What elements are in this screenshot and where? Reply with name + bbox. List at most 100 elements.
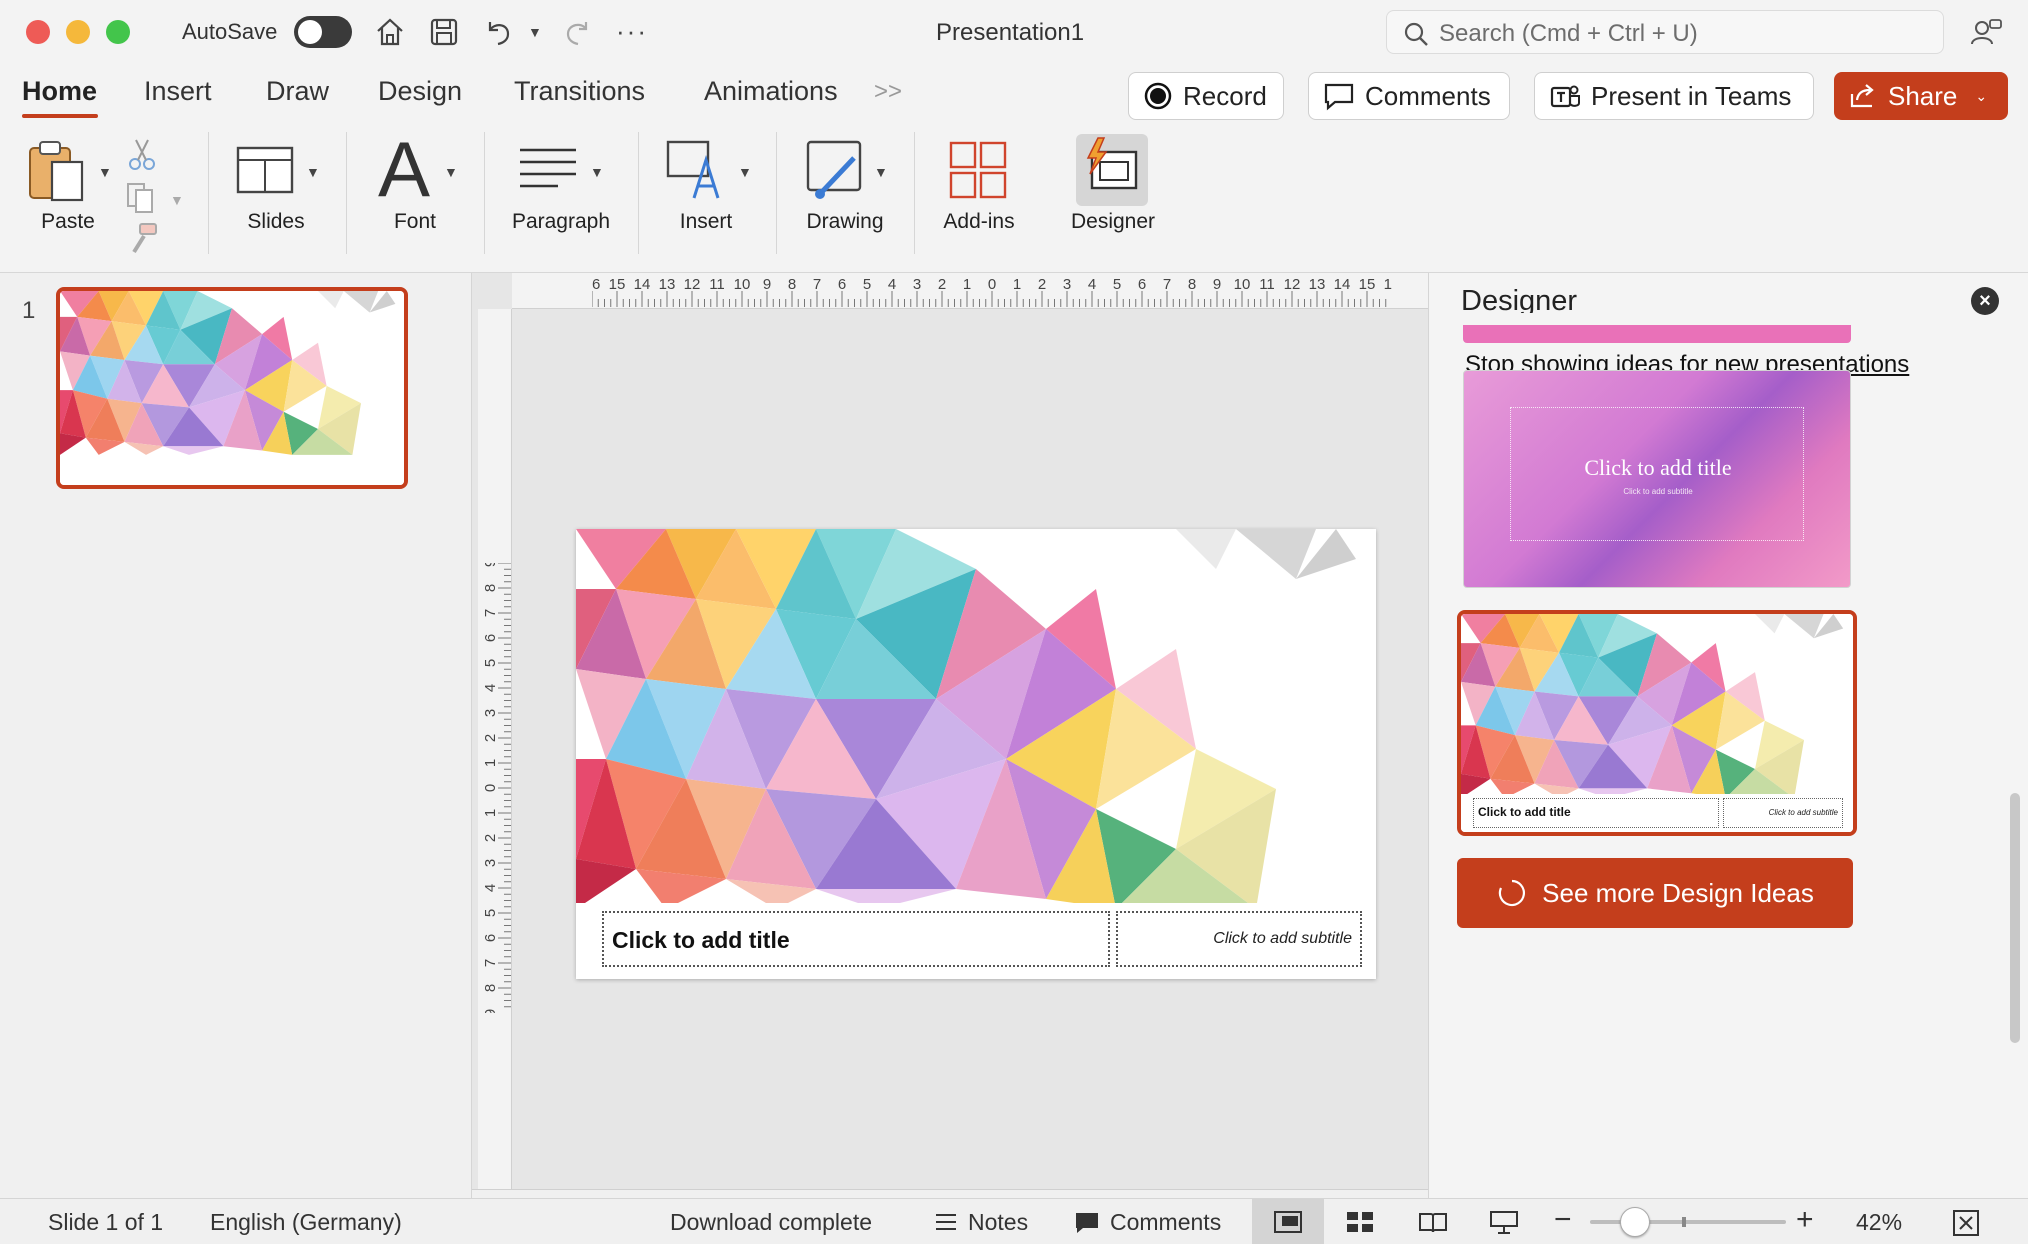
design-idea-3[interactable]: Click to add title Click to add subtitle [1457,610,1857,836]
undo-dropdown-icon[interactable]: ▼ [528,24,542,40]
minimize-window-button[interactable] [66,20,90,44]
design-idea-2[interactable]: Click to add title Click to add subtitle [1463,370,1851,588]
ruler-tick-label: 3 [1063,276,1071,293]
paragraph-icon[interactable] [518,146,578,192]
copy-icon[interactable] [124,180,158,214]
zoom-in-button[interactable]: + [1796,1203,1814,1237]
cut-icon[interactable] [126,138,158,172]
design-idea-2-subtitle: Click to add subtitle [1623,487,1693,496]
close-designer-icon[interactable]: × [1971,287,1999,315]
slides-button[interactable] [236,144,294,196]
tab-design[interactable]: Design [378,76,462,107]
notes-icon[interactable] [934,1211,958,1233]
zoom-slider[interactable] [1590,1207,1786,1237]
tab-insert[interactable]: Insert [144,76,212,107]
ruler-tick-label: 5 [863,276,871,293]
tab-draw[interactable]: Draw [266,76,329,107]
ruler-tick-label: 10 [1234,276,1251,293]
comments-button[interactable]: Comments [1308,72,1510,120]
paste-dropdown-icon[interactable]: ▼ [98,164,112,180]
comments-status-button[interactable]: Comments [1110,1209,1221,1236]
more-tabs-icon[interactable]: >> [874,78,902,106]
zoom-window-button[interactable] [106,20,130,44]
zoom-slider-thumb[interactable] [1620,1207,1650,1237]
design-idea-1[interactable] [1463,325,1851,343]
autosave-toggle[interactable] [294,16,352,48]
redo-icon[interactable] [560,14,596,50]
reading-view-icon[interactable] [1418,1211,1448,1233]
ruler-tick-label: 15 [1359,276,1376,293]
slide-thumbnail-pane: 1 [0,273,472,1198]
ruler-tick-label: 5 [482,659,499,667]
slide-canvas[interactable]: Click to add title Click to add subtitle [576,529,1376,979]
notes-button[interactable]: Notes [968,1209,1028,1236]
share-dropdown-icon[interactable]: ⌄ [1975,88,1987,105]
ruler-tick-label: 15 [609,276,626,293]
copy-dropdown-icon[interactable]: ▼ [170,192,184,208]
paste-button[interactable] [26,136,90,206]
download-status: Download complete [670,1209,873,1235]
ruler-tick-label: 0 [482,784,499,792]
ruler-tick-label: 11 [1259,276,1275,293]
insert-button[interactable] [664,138,728,200]
designer-button[interactable] [1076,134,1148,206]
ruler-tick-label: 2 [938,276,946,293]
ruler-tick-label: 16 [1384,276,1392,293]
slide-thumbnail[interactable] [56,287,408,489]
slides-dropdown-icon[interactable]: ▼ [306,164,320,180]
slide-thumbnail-art [60,291,404,485]
format-painter-icon[interactable] [126,222,160,256]
ruler-tick-label: 3 [913,276,921,293]
slideshow-icon[interactable] [1490,1211,1518,1235]
ruler-tick-label: 4 [1088,276,1096,293]
add-ins-button[interactable] [948,140,1008,200]
account-icon[interactable] [1968,14,2004,50]
font-dropdown-icon[interactable]: ▼ [444,164,458,180]
present-in-teams-button[interactable]: Present in Teams [1534,72,1814,120]
ruler-tick-label: 1 [482,809,499,817]
close-window-button[interactable] [26,20,50,44]
ruler-tick-label: 14 [634,276,651,293]
comments-label: Comments [1365,80,1491,111]
ruler-tick-label: 4 [482,684,499,692]
drawing-dropdown-icon[interactable]: ▼ [874,164,888,180]
add-ins-icon [949,141,1007,199]
title-placeholder-text: Click to add title [612,927,790,953]
undo-icon[interactable] [480,14,516,50]
slides-icon [236,146,294,194]
share-button[interactable]: Share ⌄ [1834,72,2008,120]
language-indicator[interactable]: English (Germany) [210,1209,402,1236]
tab-transitions[interactable]: Transitions [514,76,645,107]
normal-view-button[interactable] [1252,1199,1324,1244]
ruler-tick-label: 14 [1334,276,1351,293]
drawing-button[interactable] [804,138,866,202]
designer-scrollbar-thumb[interactable] [2010,793,2020,1043]
paste-label: Paste [41,210,95,233]
ruler-tick-label: 4 [888,276,896,293]
record-button[interactable]: Record [1128,72,1284,120]
comments-status-icon[interactable] [1074,1211,1100,1235]
search-box[interactable]: Search (Cmd + Ctrl + U) [1386,10,1944,54]
slide-sorter-icon[interactable] [1346,1211,1374,1233]
font-icon[interactable]: A [378,130,430,208]
text-box-icon [666,140,720,199]
designer-scrollbar[interactable] [2007,325,2023,1198]
zoom-out-button[interactable]: − [1554,1203,1572,1237]
insert-dropdown-icon[interactable]: ▼ [738,164,752,180]
paragraph-dropdown-icon[interactable]: ▼ [590,164,604,180]
comment-icon [1324,83,1354,111]
tab-animations[interactable]: Animations [704,76,838,107]
designer-pane: Designer × Stop showing ideas for new pr… [1428,273,2028,1198]
home-icon[interactable] [372,14,408,50]
title-placeholder[interactable]: Click to add title [602,911,1110,967]
fit-to-window-icon[interactable] [1952,1209,1980,1237]
more-commands-icon[interactable]: ··· [616,16,648,47]
zoom-level[interactable]: 42% [1856,1209,1902,1236]
see-more-design-ideas-button[interactable]: See more Design Ideas [1457,858,1853,928]
add-ins-label: Add-ins [943,210,1015,233]
horizontal-scrollbar[interactable] [472,1189,1428,1198]
vertical-ruler-ticks: 9 8 7 6 5 4 3 2 1 0 1 2 3 4 5 6 7 8 9 [482,563,511,1013]
save-icon[interactable] [426,14,462,50]
tab-home[interactable]: Home [22,76,97,107]
subtitle-placeholder[interactable]: Click to add subtitle [1116,911,1362,967]
